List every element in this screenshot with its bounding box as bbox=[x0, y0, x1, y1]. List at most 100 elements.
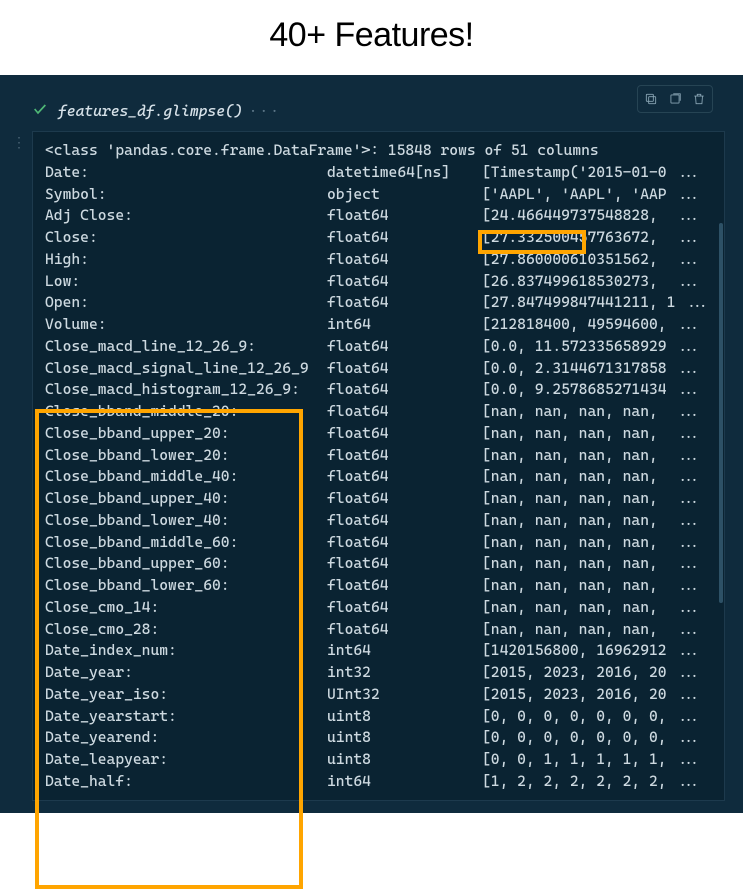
column-name: Close_bband_upper_40: bbox=[45, 488, 327, 510]
success-check-icon bbox=[32, 101, 48, 121]
output-row: Close_bband_lower_60:float64[nan, nan, n… bbox=[45, 575, 712, 597]
page-title: 40+ Features! bbox=[0, 0, 743, 75]
column-values: [Timestamp('2015-01-0 ... bbox=[482, 162, 712, 184]
column-name: Close_cmo_14: bbox=[45, 597, 327, 619]
column-values: [1, 2, 2, 2, 2, 2, 2, ... bbox=[482, 771, 712, 793]
column-values: [26.837499618530273, ... bbox=[482, 271, 712, 293]
column-name: Close_bband_lower_20: bbox=[45, 445, 327, 467]
output-row: Date_leapyear:uint8[0, 0, 1, 1, 1, 1, 1,… bbox=[45, 749, 712, 771]
output-row: Close_cmo_14:float64[nan, nan, nan, nan,… bbox=[45, 597, 712, 619]
column-dtype: uint8 bbox=[327, 706, 482, 728]
column-dtype: float64 bbox=[327, 205, 482, 227]
class-header-row: <class 'pandas.core.frame.DataFrame'>: 1… bbox=[45, 140, 712, 162]
output-row: Volume:int64[212818400, 49594600, ... bbox=[45, 314, 712, 336]
output-row: Close_cmo_28:float64[nan, nan, nan, nan,… bbox=[45, 619, 712, 641]
output-row: Low:float64[26.837499618530273, ... bbox=[45, 271, 712, 293]
column-name: Close_macd_line_12_26_9: bbox=[45, 336, 327, 358]
column-dtype: float64 bbox=[327, 271, 482, 293]
column-name: Adj Close: bbox=[45, 205, 327, 227]
column-dtype: int64 bbox=[327, 771, 482, 793]
cell-toolbar bbox=[637, 85, 713, 113]
column-name: Date_half: bbox=[45, 771, 327, 793]
column-values: [nan, nan, nan, nan, ... bbox=[482, 575, 712, 597]
output-block: <class 'pandas.core.frame.DataFrame'>: 1… bbox=[32, 131, 725, 801]
output-row: Adj Close:float64[24.466449737548828, ..… bbox=[45, 205, 712, 227]
output-row: Close_bband_middle_20:float64[nan, nan, … bbox=[45, 401, 712, 423]
column-dtype: int32 bbox=[327, 662, 482, 684]
column-dtype: float64 bbox=[327, 510, 482, 532]
column-values: [1420156800, 16962912 ... bbox=[482, 640, 712, 662]
column-name: Date_yearstart: bbox=[45, 706, 327, 728]
column-name: Date_year_iso: bbox=[45, 684, 327, 706]
column-name: Date: bbox=[45, 162, 327, 184]
column-dtype: float64 bbox=[327, 445, 482, 467]
column-values: [27.860000610351562, ... bbox=[482, 249, 712, 271]
column-dtype: datetime64[ns] bbox=[327, 162, 482, 184]
column-dtype: float64 bbox=[327, 423, 482, 445]
column-values: [nan, nan, nan, nan, ... bbox=[482, 553, 712, 575]
column-dtype: float64 bbox=[327, 575, 482, 597]
copy-icon[interactable] bbox=[640, 88, 662, 110]
column-values: [0.0, 11.572335658929 ... bbox=[482, 336, 712, 358]
column-dtype: int64 bbox=[327, 314, 482, 336]
column-name: Open: bbox=[45, 292, 327, 314]
column-values: [nan, nan, nan, nan, ... bbox=[482, 510, 712, 532]
column-values: [nan, nan, nan, nan, ... bbox=[482, 488, 712, 510]
output-row: Date_yearend:uint8[0, 0, 0, 0, 0, 0, 0, … bbox=[45, 727, 712, 749]
ellipsis-icon[interactable]: ··· bbox=[249, 102, 281, 120]
new-window-icon[interactable] bbox=[664, 88, 686, 110]
output-row: Date_yearstart:uint8[0, 0, 0, 0, 0, 0, 0… bbox=[45, 706, 712, 728]
output-row: Close:float64[27.332500457763672, ... bbox=[45, 227, 712, 249]
column-dtype: float64 bbox=[327, 553, 482, 575]
column-values: ['AAPL', 'AAPL', 'AAP ... bbox=[482, 184, 712, 206]
column-values: [nan, nan, nan, nan, ... bbox=[482, 532, 712, 554]
column-values: [nan, nan, nan, nan, ... bbox=[482, 466, 712, 488]
output-scrollbar[interactable] bbox=[719, 223, 723, 603]
column-dtype: float64 bbox=[327, 358, 482, 380]
column-dtype: float64 bbox=[327, 249, 482, 271]
column-name: Date_leapyear: bbox=[45, 749, 327, 771]
output-row: Date_half:int64[1, 2, 2, 2, 2, 2, 2, ... bbox=[45, 771, 712, 793]
column-name: Close_bband_lower_60: bbox=[45, 575, 327, 597]
output-row: Close_bband_upper_40:float64[nan, nan, n… bbox=[45, 488, 712, 510]
column-values: [nan, nan, nan, nan, ... bbox=[482, 401, 712, 423]
command-text: features_df.glimpse() bbox=[58, 102, 243, 120]
column-name: Close_bband_upper_20: bbox=[45, 423, 327, 445]
output-row: Symbol:object['AAPL', 'AAPL', 'AAP ... bbox=[45, 184, 712, 206]
command-input-line: features_df.glimpse() ··· bbox=[0, 83, 743, 131]
column-values: [0, 0, 0, 0, 0, 0, 0, ... bbox=[482, 706, 712, 728]
trash-icon[interactable] bbox=[688, 88, 710, 110]
output-row: Close_macd_line_12_26_9:float64[0.0, 11.… bbox=[45, 336, 712, 358]
column-dtype: float64 bbox=[327, 466, 482, 488]
column-values: [0, 0, 0, 0, 0, 0, 0, ... bbox=[482, 727, 712, 749]
output-row: Open:float64[27.847499847441211, 1 ... bbox=[45, 292, 712, 314]
column-values: [27.847499847441211, 1 ... bbox=[482, 292, 712, 314]
column-dtype: int64 bbox=[327, 640, 482, 662]
column-name: Volume: bbox=[45, 314, 327, 336]
gutter-dots-icon[interactable]: ⋮ bbox=[12, 135, 27, 151]
column-name: Close_cmo_28: bbox=[45, 619, 327, 641]
column-name: Date_year: bbox=[45, 662, 327, 684]
output-row: Close_bband_middle_40:float64[nan, nan, … bbox=[45, 466, 712, 488]
column-name: Close_bband_middle_20: bbox=[45, 401, 327, 423]
output-row: Close_bband_lower_40:float64[nan, nan, n… bbox=[45, 510, 712, 532]
class-line-text: <class 'pandas.core.frame.DataFrame'>: 1… bbox=[45, 140, 599, 162]
column-name: High: bbox=[45, 249, 327, 271]
column-dtype: float64 bbox=[327, 336, 482, 358]
output-row: Close_macd_signal_line_12_26_9float64[0.… bbox=[45, 358, 712, 380]
column-name: Low: bbox=[45, 271, 327, 293]
column-dtype: float64 bbox=[327, 227, 482, 249]
column-values: [212818400, 49594600, ... bbox=[482, 314, 712, 336]
column-name: Date_yearend: bbox=[45, 727, 327, 749]
column-dtype: object bbox=[327, 184, 482, 206]
column-name: Symbol: bbox=[45, 184, 327, 206]
column-dtype: float64 bbox=[327, 379, 482, 401]
output-row: Date_index_num:int64[1420156800, 1696291… bbox=[45, 640, 712, 662]
output-row: Date:datetime64[ns][Timestamp('2015-01-0… bbox=[45, 162, 712, 184]
column-dtype: uint8 bbox=[327, 749, 482, 771]
column-dtype: UInt32 bbox=[327, 684, 482, 706]
column-values: [0.0, 2.3144671317858 ... bbox=[482, 358, 712, 380]
output-row: Close_macd_histogram_12_26_9:float64[0.0… bbox=[45, 379, 712, 401]
output-row: Date_year_iso:UInt32[2015, 2023, 2016, 2… bbox=[45, 684, 712, 706]
column-values: [2015, 2023, 2016, 20 ... bbox=[482, 684, 712, 706]
